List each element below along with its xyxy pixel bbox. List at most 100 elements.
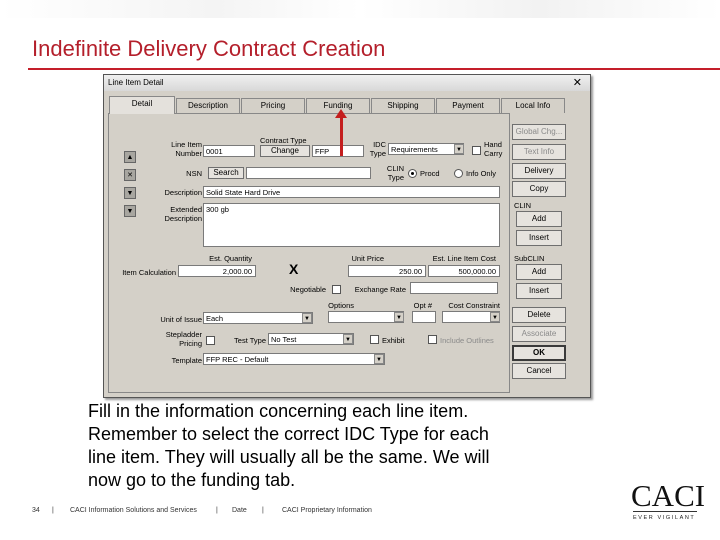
extended-description-field[interactable]: 300 gb [203, 203, 500, 247]
title-underline [28, 68, 720, 70]
description-field[interactable]: Solid State Hard Drive [203, 186, 500, 198]
clear-icon[interactable]: ✕ [124, 169, 136, 181]
options-select[interactable] [328, 311, 404, 323]
text-info-button[interactable]: Text Info [512, 144, 566, 160]
annotation-arrow-line [340, 116, 343, 156]
tab-shipping[interactable]: Shipping [371, 98, 435, 113]
exchange-rate-field[interactable] [410, 282, 498, 294]
template-label: Template [171, 356, 202, 365]
caption-line: Remember to select the correct IDC Type … [88, 424, 489, 444]
clin-group-label: CLIN [514, 201, 532, 210]
chevron-down-icon[interactable]: ▼ [454, 144, 464, 154]
extended-description-label-text: Description [164, 214, 202, 223]
tab-pricing[interactable]: Pricing [241, 98, 305, 113]
copy-button[interactable]: Copy [512, 181, 566, 197]
footer-separator: | [216, 507, 218, 514]
clin-type-label: CLIN Type [382, 164, 404, 182]
negotiable-label: Negotiable [290, 285, 326, 294]
tab-payment[interactable]: Payment [436, 98, 500, 113]
pricing-label-text: Pricing [179, 339, 202, 348]
move-down-icon[interactable]: ▼ [124, 187, 136, 199]
description-label: Description [164, 188, 202, 197]
subclin-add-button[interactable]: Add [516, 264, 562, 280]
carry-label-text: Carry [484, 149, 503, 158]
line-item-label-text: Line Item [171, 140, 202, 149]
est-quantity-field[interactable]: 2,000.00 [178, 265, 256, 277]
subclin-insert-button[interactable]: Insert [516, 283, 562, 299]
clin-type-info-only-radio[interactable] [454, 169, 463, 178]
exhibit-label: Exhibit [382, 336, 405, 345]
dialog-title: Line Item Detail [108, 78, 164, 87]
tab-description[interactable]: Description [176, 98, 240, 113]
dialog-titlebar: Line Item Detail ✕ [104, 75, 590, 91]
footer-separator: | [262, 507, 264, 514]
chevron-down-icon[interactable]: ▼ [490, 312, 500, 322]
test-type-select[interactable]: No Test [268, 333, 354, 345]
hand-carry-label: Hand Carry [484, 140, 508, 158]
procd-label: Procd [420, 169, 440, 178]
stepladder-label-text: Stepladder [165, 330, 202, 339]
clin-insert-button[interactable]: Insert [516, 230, 562, 246]
chevron-down-icon[interactable]: ▼ [394, 312, 404, 322]
line-item-detail-dialog: Line Item Detail ✕ Detail Description Pr… [103, 74, 591, 398]
move-bottom-icon[interactable]: ▼ [124, 205, 136, 217]
contract-type-field: FFP [312, 145, 364, 157]
tab-detail[interactable]: Detail [109, 96, 175, 114]
chevron-down-icon[interactable]: ▼ [343, 334, 353, 344]
nsn-field[interactable] [246, 167, 371, 179]
top-decorative-band [0, 0, 720, 18]
footer-separator: | [52, 507, 54, 514]
delivery-button[interactable]: Delivery [512, 163, 566, 179]
close-icon[interactable]: ✕ [573, 76, 582, 89]
item-calculation-label: Item Calculation [122, 268, 176, 277]
idc-type-select[interactable]: Requirements [388, 143, 464, 155]
extended-label-text: Extended [170, 205, 202, 214]
subclin-group-label: SubCLIN [514, 254, 545, 263]
cost-constraint-label: Cost Constraint [448, 301, 500, 310]
global-change-button[interactable]: Global Chg... [512, 124, 566, 140]
negotiable-checkbox[interactable] [332, 285, 341, 294]
search-button[interactable]: Search [208, 167, 244, 179]
chevron-down-icon[interactable]: ▼ [374, 354, 384, 364]
unit-of-issue-select[interactable]: Each [203, 312, 313, 324]
idc-type-label: IDC Type [362, 140, 386, 158]
slide-caption: Fill in the information concerning each … [88, 400, 608, 492]
hand-label-text: Hand [484, 140, 502, 149]
footer-page-number: 34 [32, 507, 40, 514]
footer-proprietary: CACI Proprietary Information [282, 507, 372, 514]
opt-num-field[interactable] [412, 311, 436, 323]
move-up-icon[interactable]: ▲ [124, 151, 136, 163]
nsn-label: NSN [186, 169, 202, 178]
cancel-button[interactable]: Cancel [512, 363, 566, 379]
hand-carry-checkbox[interactable] [472, 146, 481, 155]
multiply-sign: X [289, 261, 299, 277]
unit-price-label: Unit Price [351, 254, 384, 263]
include-outlines-checkbox[interactable] [428, 335, 437, 344]
extended-description-label: Extended Description [154, 205, 202, 223]
opt-num-label: Opt # [413, 301, 432, 310]
associate-button[interactable]: Associate [512, 326, 566, 342]
change-button[interactable]: Change [260, 145, 310, 157]
tab-local-info[interactable]: Local Info [501, 98, 565, 113]
clin-add-button[interactable]: Add [516, 211, 562, 227]
caption-line: now go to the funding tab. [88, 470, 296, 490]
caption-line: Fill in the information concerning each … [88, 401, 469, 421]
delete-button[interactable]: Delete [512, 307, 566, 323]
chevron-down-icon[interactable]: ▼ [302, 313, 312, 323]
est-line-item-cost-label: Est. Line Item Cost [432, 254, 496, 263]
footer-company: CACI Information Solutions and Services [70, 507, 197, 514]
unit-of-issue-label: Unit of Issue [160, 315, 202, 324]
est-quantity-label: Est. Quantity [209, 254, 252, 263]
footer-date: Date [232, 507, 247, 514]
ok-button[interactable]: OK [512, 345, 566, 361]
number-label-text: Number [175, 149, 202, 158]
info-only-label: Info Only [466, 169, 497, 178]
template-select[interactable]: FFP REC - Default [203, 353, 385, 365]
contract-type-label: Contract Type [260, 136, 307, 145]
exhibit-checkbox[interactable] [370, 335, 379, 344]
clin-type-procd-radio[interactable] [408, 169, 417, 178]
stepladder-pricing-checkbox[interactable] [206, 336, 215, 345]
caci-logo: CACI [631, 478, 706, 513]
unit-price-field[interactable]: 250.00 [348, 265, 426, 277]
line-item-number-field[interactable]: 0001 [203, 145, 255, 157]
